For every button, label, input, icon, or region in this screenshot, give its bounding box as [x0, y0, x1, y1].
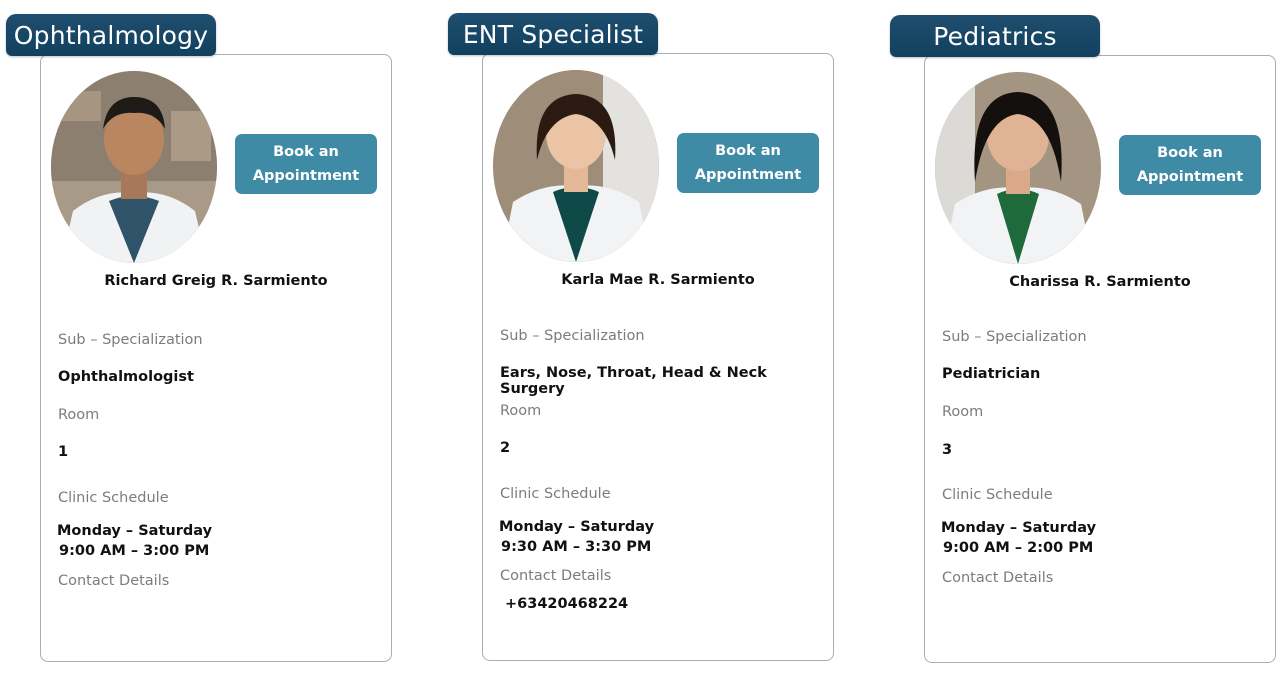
contact-phone[interactable]: +63420468224: [505, 596, 628, 612]
schedule-time: 9:00 AM – 3:00 PM: [59, 543, 210, 559]
room-value: 2: [500, 440, 511, 456]
sub-specialization-label: Sub – Specialization: [500, 328, 645, 344]
doctor-name: Richard Greig R. Sarmiento: [104, 273, 328, 289]
contact-details-label: Contact Details: [500, 568, 612, 584]
contact-details-label: Contact Details: [58, 573, 170, 589]
schedule-time: 9:00 AM – 2:00 PM: [943, 540, 1094, 556]
doctor-card: Book an Appointment Charissa R. Sarmient…: [924, 55, 1276, 663]
doctor-column-pediatrics: Pediatrics Book an Appointment Charissa …: [884, 0, 1284, 685]
clinic-schedule-value: Monday – Saturday 9:00 AM – 3:00 PM: [57, 521, 212, 561]
room-label: Room: [942, 404, 984, 420]
doctor-photo: [493, 70, 659, 262]
doctor-photo: [935, 72, 1101, 264]
sub-specialization-value: Ophthalmologist: [58, 369, 194, 385]
book-appointment-button[interactable]: Book an Appointment: [1119, 135, 1261, 195]
doctor-card: Book an Appointment Karla Mae R. Sarmien…: [482, 53, 834, 661]
specialty-tab[interactable]: ENT Specialist: [448, 13, 658, 55]
room-label: Room: [500, 403, 542, 419]
doctor-card: Book an Appointment Richard Greig R. Sar…: [40, 54, 392, 662]
sub-specialization-value: Ears, Nose, Throat, Head & Neck Surgery: [500, 365, 767, 397]
room-value: 1: [58, 444, 69, 460]
clinic-schedule-label: Clinic Schedule: [942, 487, 1053, 503]
doctor-name: Karla Mae R. Sarmiento: [561, 272, 755, 288]
schedule-days: Monday – Saturday: [57, 523, 213, 539]
clinic-schedule-label: Clinic Schedule: [58, 490, 169, 506]
clinic-schedule-value: Monday – Saturday 9:00 AM – 2:00 PM: [941, 518, 1096, 558]
clinic-schedule-label: Clinic Schedule: [500, 486, 611, 502]
sub-specialization-label: Sub – Specialization: [942, 329, 1087, 345]
doctor-photo: [51, 71, 217, 263]
schedule-days: Monday – Saturday: [941, 520, 1097, 536]
clinic-schedule-value: Monday – Saturday 9:30 AM – 3:30 PM: [499, 517, 654, 557]
doctor-column-ent: ENT Specialist Book an Appointment Karla…: [442, 0, 842, 685]
book-appointment-button[interactable]: Book an Appointment: [235, 134, 377, 194]
specialty-tab[interactable]: Pediatrics: [890, 15, 1100, 57]
book-appointment-button[interactable]: Book an Appointment: [677, 133, 819, 193]
room-label: Room: [58, 407, 100, 423]
sub-specialization-label: Sub – Specialization: [58, 332, 203, 348]
doctor-name: Charissa R. Sarmiento: [1009, 274, 1191, 290]
specialty-tab[interactable]: Ophthalmology: [6, 14, 216, 56]
doctor-column-ophthalmology: Ophthalmology Book an Appointment Richar…: [0, 0, 400, 685]
sub-specialization-value: Pediatrician: [942, 366, 1041, 382]
room-value: 3: [942, 442, 953, 458]
contact-details-label: Contact Details: [942, 570, 1054, 586]
schedule-days: Monday – Saturday: [499, 519, 655, 535]
schedule-time: 9:30 AM – 3:30 PM: [501, 539, 652, 555]
